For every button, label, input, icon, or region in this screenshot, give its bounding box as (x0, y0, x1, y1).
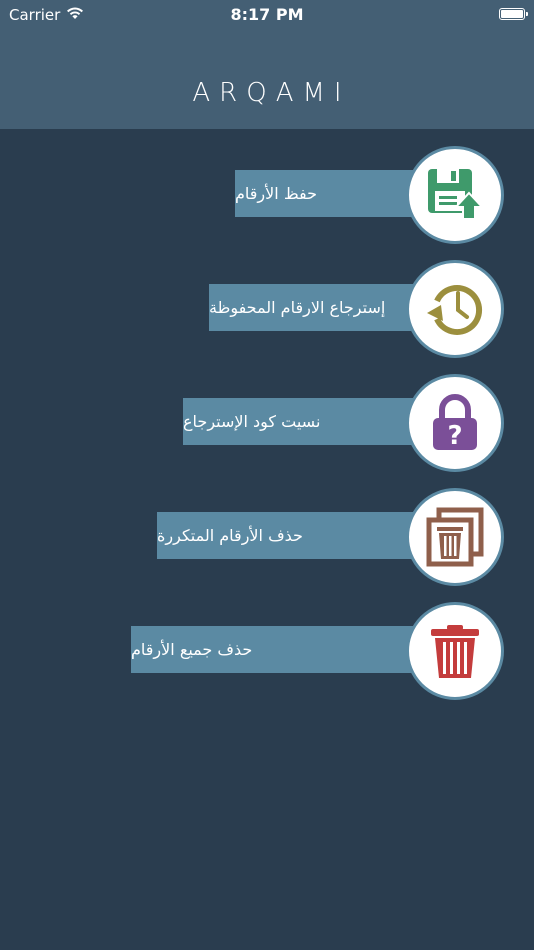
menu-item-save-numbers[interactable]: حفظ الأرقام (0, 146, 534, 246)
save-floppy-icon (428, 169, 485, 220)
menu-icon-circle (406, 488, 504, 586)
menu-item-delete-duplicates[interactable]: حذف الأرقام المتكررة (0, 488, 534, 588)
menu-item-forgot-code[interactable]: نسيت كود الإسترجاع ? (0, 374, 534, 474)
status-bar: Carrier 8:17 PM (0, 0, 534, 28)
menu-item-delete-all[interactable]: حذف جميع الأرقام (0, 602, 534, 702)
svg-text:?: ? (447, 421, 462, 451)
trash-icon (431, 625, 479, 678)
menu-item-restore-numbers[interactable]: إسترجاع الارقام المحفوظة (0, 260, 534, 360)
battery-icon (499, 8, 528, 20)
menu-item-label: حذف جميع الأرقام (131, 626, 434, 673)
page-title: ARQAMI (192, 78, 351, 108)
navigation-bar: Carrier 8:17 PM ARQAMI (0, 0, 534, 129)
menu-item-label: حفظ الأرقام (235, 170, 434, 217)
menu-icon-circle (406, 260, 504, 358)
menu-item-label: حذف الأرقام المتكررة (157, 512, 434, 559)
duplicate-trash-icon (426, 507, 484, 567)
restore-clock-icon (427, 285, 482, 335)
menu-icon-circle (406, 146, 504, 244)
menu-icon-circle (406, 602, 504, 700)
menu-icon-circle: ? (406, 374, 504, 472)
menu-item-label: إسترجاع الارقام المحفوظة (209, 284, 434, 331)
clock: 8:17 PM (230, 5, 304, 24)
padlock-question-icon: ? (433, 394, 477, 451)
menu-item-label: نسيت كود الإسترجاع (183, 398, 434, 445)
